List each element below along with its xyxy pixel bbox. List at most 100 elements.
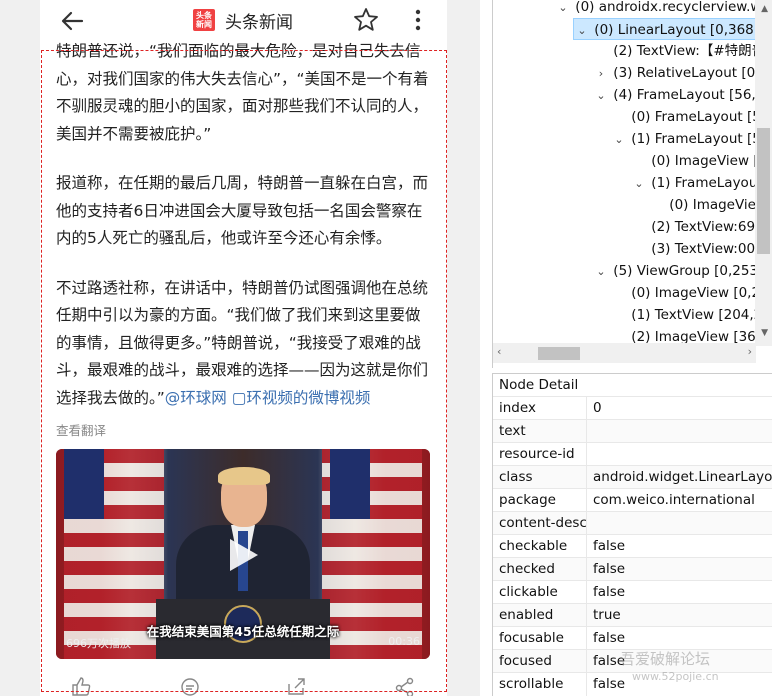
like-icon[interactable] [70,676,92,696]
tree-row[interactable]: (0) FrameLayout [56, [611,106,772,128]
detail-row-package[interactable]: package com.weico.international [493,488,772,512]
article-paragraph: 报道称，在任期的最后几周，特朗普一直躲在白宫，而他的支持者6日冲进国会大厦导致包… [56,174,429,247]
tree-row-label: (4) FrameLayout [56,174 [613,87,772,103]
vertical-scroll-thumb[interactable] [757,128,770,254]
expand-toggle-icon[interactable]: ⌄ [611,129,627,151]
detail-row-checkable[interactable]: checkable false [493,534,772,558]
detail-key: focused [499,653,552,669]
expand-toggle-icon[interactable]: ⌄ [593,261,609,283]
tree-row[interactable]: (0) ImageView [56 [631,150,772,172]
source-links[interactable]: @环球网 ▢环视频的微博视频 [165,389,371,407]
column-divider [586,466,587,489]
detail-row-clickable[interactable]: clickable false [493,580,772,604]
scroll-left-icon[interactable]: ‹ [497,345,501,358]
more-vertical-icon[interactable] [406,6,430,34]
detail-row-checked[interactable]: checked false [493,557,772,581]
detail-row-text[interactable]: text [493,419,772,443]
detail-row-enabled[interactable]: enabled true [493,603,772,627]
detail-value: android.widget.LinearLayout [593,469,772,485]
tree-row[interactable]: (2) TextView:【#特朗普发 [593,40,772,62]
back-arrow-icon[interactable] [58,6,88,36]
watermark: 吾爱破解论坛 [620,650,711,668]
tree-row[interactable]: ⌄ (1) FrameLayout [ [631,172,772,194]
vertical-scrollbar[interactable]: ▲ ▼ [755,0,772,346]
tree-row-selected[interactable]: ⌄ (0) LinearLayout [0,368][14 [573,18,772,40]
column-divider [586,420,587,443]
brand: 头条 新闻 头条新闻 [193,7,293,33]
share-icon[interactable] [285,676,307,696]
screen: 头条 新闻 头条新闻 特朗普还说，“我们面临的最大危险，是对自己失去信心，对我们国… [0,0,772,696]
tree-row-label: (2) TextView:【#特朗普发 [613,43,772,59]
speaker-hair [218,467,270,485]
play-count: 696万次播放 [66,637,131,650]
tree-row-label: (0) FrameLayout [56, [631,109,772,125]
column-divider [586,604,587,627]
column-divider [586,512,587,535]
horizontal-scrollbar[interactable]: ‹ › [493,343,756,363]
tree-row[interactable]: ⌄ (0) androidx.recyclerview.widg [555,0,772,18]
horizontal-scroll-thumb[interactable] [538,347,580,360]
detail-value: true [593,607,621,623]
translate-link[interactable]: 查看翻译 [56,420,106,439]
detail-row-content-desc[interactable]: content-desc [493,511,772,535]
tree-row-label: (2) TextView:696 [651,219,764,235]
tree-row[interactable]: (0) ImageView [0,253 [611,282,772,304]
detail-key: scrollable [499,676,564,692]
node-detail-title: Node Detail [499,377,579,393]
scroll-right-icon[interactable]: › [748,345,752,358]
detail-value: false [593,630,626,646]
column-divider [586,397,587,420]
detail-row-focusable[interactable]: focusable false [493,626,772,650]
detail-row-class[interactable]: class android.widget.LinearLayout [493,465,772,489]
action-bar [40,676,447,696]
video-duration: 00:36 [388,635,420,648]
detail-value: false [593,538,626,554]
detail-key: checkable [499,538,568,554]
detail-row-index[interactable]: index 0 [493,396,772,420]
tree-row[interactable]: (0) ImageView [649,194,767,216]
tree-row[interactable]: (2) TextView:696 [631,216,764,238]
expand-toggle-icon[interactable]: ⌄ [593,85,609,107]
tree-row[interactable]: ⌄ (1) FrameLayout [56, [611,128,772,150]
detail-key: resource-id [499,446,575,462]
phone-screen: 头条 新闻 头条新闻 特朗普还说，“我们面临的最大危险，是对自己失去信心，对我们国… [40,0,447,696]
column-divider [586,558,587,581]
tree-row[interactable]: ⌄ (4) FrameLayout [56,174 [593,84,772,106]
column-divider [586,535,587,558]
detail-key: class [499,469,533,485]
tree-row-label: (0) ImageView [669,197,768,213]
column-divider [586,581,587,604]
expand-toggle-icon[interactable]: › [593,63,609,85]
star-icon[interactable] [352,6,380,34]
tree-row[interactable]: › (3) RelativeLayout [0,16 [593,62,772,84]
column-divider [586,489,587,512]
detail-key: index [499,400,536,416]
detail-key: content-desc [499,515,587,531]
tree-row-label: (3) TextView:00:3 [651,241,769,257]
expand-toggle-icon[interactable]: ⌄ [631,173,647,195]
tree-row[interactable]: ⌄ (5) ViewGroup [0,2536] [593,260,772,282]
flag-right-canton [330,449,370,519]
node-tree[interactable]: ⌄ (0) androidx.recyclerview.widg ⌄ (0) L… [492,0,772,368]
expand-toggle-icon[interactable]: ⌄ [574,20,590,42]
play-icon[interactable] [226,537,260,573]
app-bar: 头条 新闻 头条新闻 [40,0,447,42]
article-paragraph-text: 不过路透社称，在讲话中，特朗普仍试图强调他在总统任期中引以为豪的方面。“我们做了… [56,278,429,407]
scroll-down-icon[interactable]: ▼ [761,328,768,338]
scroll-up-icon[interactable]: ▲ [761,4,768,14]
comment-icon[interactable] [179,676,201,696]
expand-toggle-icon[interactable]: ⌄ [555,0,571,19]
detail-value: 0 [593,400,602,416]
article-body: 特朗普还说，“我们面临的最大危险，是对自己失去信心，对我们国家的伟大失去信心”，… [56,38,434,434]
video-player[interactable]: 在我结束美国第45任总统任期之际 696万次播放 00:36 [56,449,430,659]
detail-key: package [499,492,556,508]
forward-icon[interactable] [394,676,416,696]
detail-key: checked [499,561,555,577]
article-paragraph: 特朗普还说，“我们面临的最大危险，是对自己失去信心，对我们国家的伟大失去信心”，… [56,42,429,143]
detail-row-resource-id[interactable]: resource-id [493,442,772,466]
tree-row[interactable]: (3) TextView:00:3 [631,238,768,260]
detail-value: false [593,561,626,577]
detail-value: com.weico.international [593,492,755,508]
brand-logo-icon: 头条 新闻 [193,9,215,31]
tree-row[interactable]: (1) TextView [204,26 [611,304,771,326]
